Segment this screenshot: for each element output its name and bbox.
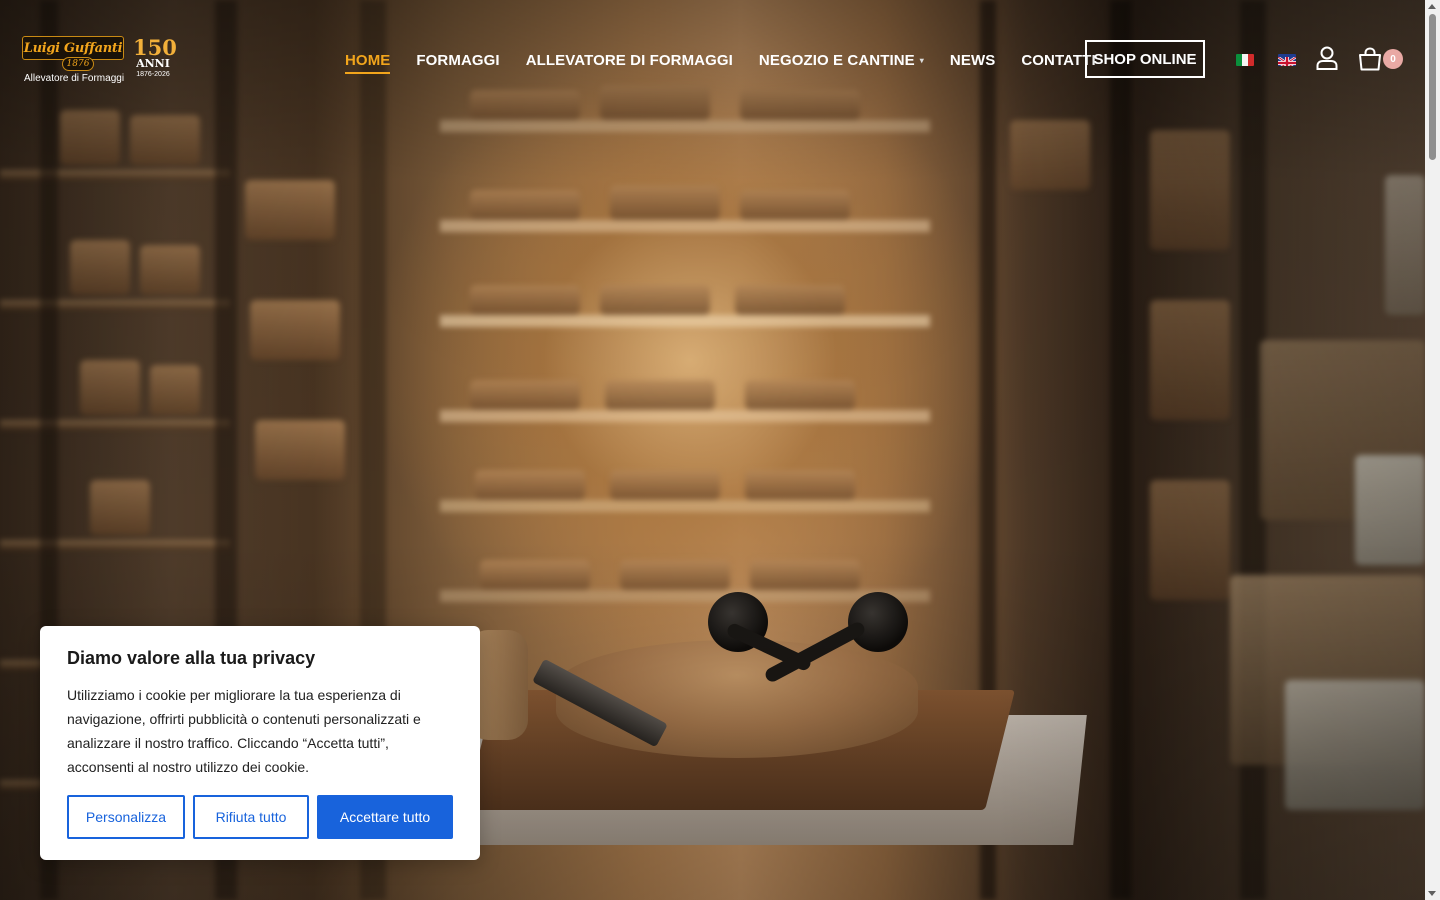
nav-formaggi[interactable]: FORMAGGI (416, 50, 499, 70)
it-flag-icon[interactable] (1236, 54, 1254, 66)
cookie-consent-banner: Diamo valore alla tua privacy Utilizziam… (40, 626, 480, 860)
anniversary-range: 1876-2026 (136, 71, 170, 78)
nav-negozio-e-cantine-label: NEGOZIO E CANTINE (758, 51, 915, 69)
scroll-down-arrow-icon[interactable] (1428, 891, 1436, 896)
cookie-banner-text: Utilizziamo i cookie per migliorare la t… (67, 687, 421, 775)
nav-allevatore-di-formaggi[interactable]: ALLEVATORE DI FORMAGGI (526, 50, 733, 70)
shop-online-button[interactable]: SHOP ONLINE (1085, 40, 1205, 78)
cookie-banner-title: Diamo valore alla tua privacy (67, 648, 316, 668)
cart-count-badge: 0 (1383, 49, 1403, 69)
logo-year: 1876 (62, 57, 94, 71)
nav-negozio-e-cantine[interactable]: NEGOZIO E CANTINE ▾ (759, 50, 924, 70)
shopping-bag-icon[interactable] (1358, 47, 1384, 71)
reject-all-button[interactable]: Rifiuta tutto (193, 795, 309, 839)
anniversary-badge: 150 ANNI 1876-2026 (133, 35, 177, 80)
uk-flag-icon[interactable] (1278, 54, 1296, 66)
user-icon[interactable] (1316, 46, 1338, 70)
page-scrollbar[interactable] (1425, 0, 1440, 900)
main-navigation: HOME FORMAGGI ALLEVATORE DI FORMAGGI NEG… (345, 50, 1122, 74)
site-logo[interactable]: Luigi Guffanti 1876 Allevatore di Formag… (22, 35, 177, 86)
chevron-down-icon: ▾ (919, 55, 924, 65)
nav-home[interactable]: HOME (345, 50, 391, 74)
cookie-banner-actions: Personalizza Rifiuta tutto Accettare tut… (67, 795, 453, 839)
accept-all-button[interactable]: Accettare tutto (317, 795, 453, 839)
nav-news[interactable]: NEWS (950, 50, 995, 70)
scroll-thumb[interactable] (1429, 14, 1436, 160)
logo-tagline: Allevatore di Formaggi (24, 73, 125, 84)
scroll-up-arrow-icon[interactable] (1428, 4, 1436, 9)
anniversary-number: 150 (133, 35, 177, 60)
anniversary-word: ANNI (136, 57, 170, 70)
customize-cookies-button[interactable]: Personalizza (67, 795, 185, 839)
